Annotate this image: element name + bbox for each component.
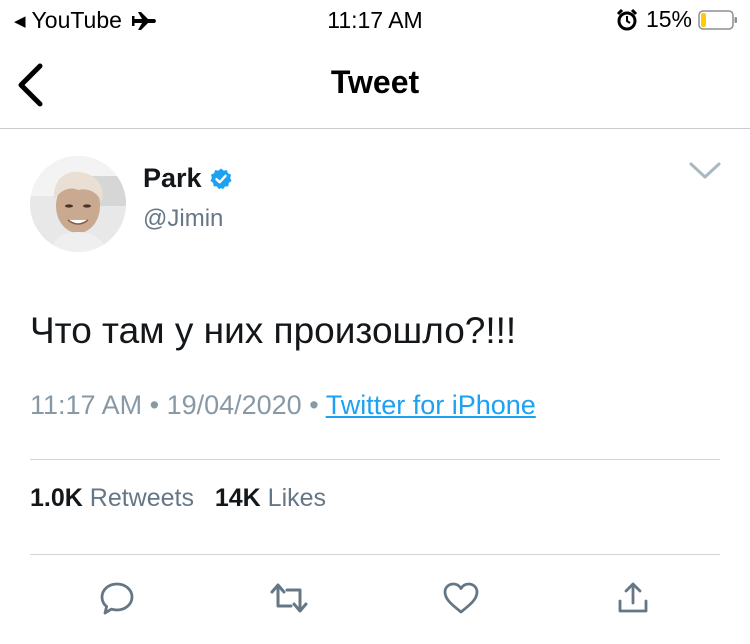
meta-separator: •	[149, 390, 160, 420]
alarm-icon	[616, 8, 638, 30]
battery-icon	[698, 9, 737, 30]
status-right: 15%	[616, 6, 738, 33]
reply-button[interactable]	[97, 578, 137, 618]
tweet-stats: 1.0K Retweets 14K Likes	[30, 484, 326, 513]
tweet-text: Что там у них произошло?!!!	[30, 310, 517, 351]
retweets-label: Retweets	[89, 484, 194, 512]
meta-separator: •	[309, 390, 319, 420]
likes-label: Likes	[267, 484, 327, 512]
avatar[interactable]	[30, 156, 126, 252]
like-button[interactable]	[441, 578, 481, 618]
tweet-meta: 11:17 AM • 19/04/2020 • Twitter for iPho…	[30, 390, 536, 421]
retweets-stat[interactable]: 1.0K Retweets	[30, 484, 201, 512]
reply-icon	[100, 582, 134, 615]
author-name[interactable]: Park	[143, 163, 232, 194]
status-bar: ◀ YouTube 11:17 AM 15%	[0, 0, 750, 40]
share-button[interactable]	[613, 578, 653, 618]
verified-badge-icon	[210, 168, 232, 189]
tweet-source-link[interactable]: Twitter for iPhone	[326, 390, 536, 420]
retweets-count: 1.0K	[30, 484, 83, 512]
retweet-button[interactable]	[269, 578, 309, 618]
likes-count: 14K	[214, 484, 261, 512]
chevron-down-icon[interactable]	[688, 160, 722, 182]
battery-percent: 15%	[645, 6, 692, 32]
tweet-time: 11:17 AM	[30, 390, 143, 420]
retweet-icon	[270, 583, 308, 613]
author-handle[interactable]: @Jimin	[143, 205, 223, 233]
likes-stat[interactable]: 14K Likes	[215, 484, 326, 512]
page-title: Tweet	[330, 64, 420, 100]
share-icon	[618, 582, 648, 613]
tweet-date: 19/04/2020	[166, 390, 302, 420]
nav-bar: Tweet	[0, 40, 750, 129]
author-name-label: Park	[143, 163, 202, 193]
heart-icon	[443, 582, 479, 614]
avatar-image	[30, 156, 126, 252]
divider	[30, 554, 720, 555]
divider	[30, 459, 720, 460]
